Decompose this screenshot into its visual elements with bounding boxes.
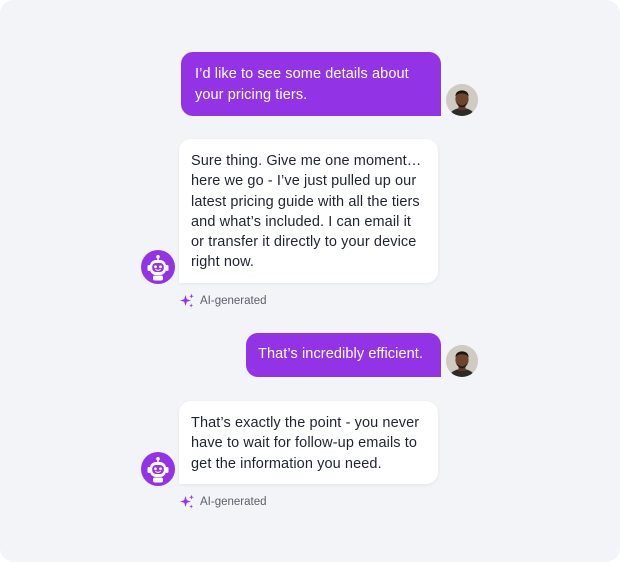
ai-generated-label: AI-generated: [179, 292, 267, 310]
assistant-avatar: [141, 250, 175, 284]
ai-generated-label: AI-generated: [179, 493, 267, 511]
user-message-bubble: I’d like to see some details about your …: [181, 52, 441, 116]
robot-avatar-icon: [147, 457, 169, 483]
robot-avatar-icon: [147, 255, 169, 281]
sparkle-icon: [180, 494, 194, 509]
user-message-text: That’s incredibly efficient.: [258, 346, 424, 362]
chat-panel: I’d like to see some details about your …: [0, 0, 620, 562]
user-message-bubble: That’s incredibly efficient.: [246, 333, 441, 377]
ai-generated-text: AI-generated: [200, 496, 267, 508]
assistant-message-text: That’s exactly the point - you never hav…: [191, 415, 420, 472]
user-avatar-photo: [446, 84, 478, 116]
assistant-avatar: [141, 452, 175, 486]
sparkle-icon: [180, 293, 194, 308]
ai-generated-text: AI-generated: [200, 295, 267, 307]
user-message-text: I’d like to see some details about your …: [195, 66, 409, 103]
assistant-message-bubble: That’s exactly the point - you never hav…: [179, 401, 438, 484]
assistant-message-bubble: Sure thing. Give me one moment… here we …: [179, 139, 438, 283]
user-avatar: [446, 84, 478, 116]
user-avatar-photo: [446, 345, 478, 377]
assistant-message-text: Sure thing. Give me one moment… here we …: [191, 153, 422, 271]
user-avatar: [446, 345, 478, 377]
